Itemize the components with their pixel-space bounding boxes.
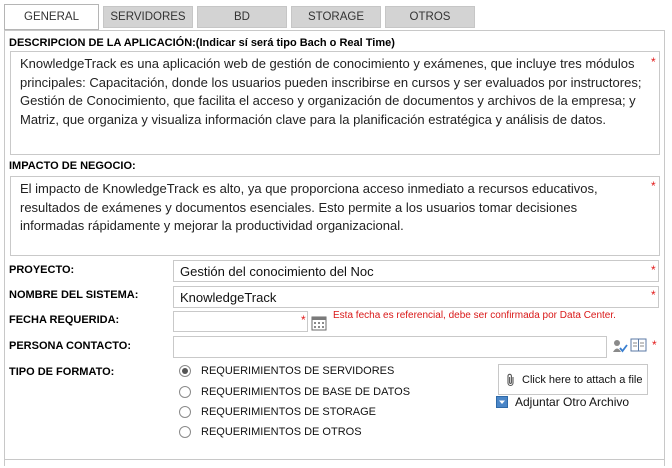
- contacto-required-mark: *: [652, 338, 657, 352]
- radio-button[interactable]: [179, 426, 191, 438]
- tab-bd[interactable]: BD: [197, 6, 287, 28]
- sistema-label: NOMBRE DEL SISTEMA:: [9, 289, 139, 301]
- descripcion-label: DESCRIPCION DE LA APLICACIÓN:(Indicar sí…: [9, 37, 395, 49]
- impacto-label: IMPACTO DE NEGOCIO:: [9, 160, 136, 172]
- tab-servidores[interactable]: SERVIDORES: [103, 6, 193, 28]
- radio-label: REQUERIMIENTOS DE STORAGE: [201, 406, 377, 418]
- tab-general[interactable]: GENERAL: [4, 4, 99, 30]
- tab-otros[interactable]: OTROS: [385, 6, 475, 28]
- address-book-icon[interactable]: [630, 337, 648, 353]
- fecha-input[interactable]: [173, 311, 308, 332]
- descripcion-textarea[interactable]: KnowledgeTrack es una aplicación web de …: [10, 51, 660, 155]
- contacto-label: PERSONA CONTACTO:: [9, 340, 132, 352]
- add-file-icon: [496, 396, 508, 408]
- proyecto-label: PROYECTO:: [9, 264, 75, 276]
- fecha-label: FECHA REQUERIDA:: [9, 314, 120, 326]
- radio-otros[interactable]: REQUERIMIENTOS DE OTROS: [179, 423, 362, 441]
- impacto-required-mark: *: [651, 179, 656, 193]
- adjuntar-otro-archivo[interactable]: Adjuntar Otro Archivo: [496, 395, 629, 409]
- radio-base-de-datos[interactable]: REQUERIMIENTOS DE BASE DE DATOS: [179, 383, 410, 401]
- radio-button[interactable]: [179, 386, 191, 398]
- radio-servidores[interactable]: REQUERIMIENTOS DE SERVIDORES: [179, 362, 394, 380]
- radio-label: REQUERIMIENTOS DE SERVIDORES: [201, 365, 395, 377]
- panel-bottom-divider: [4, 459, 665, 460]
- descripcion-required-mark: *: [651, 55, 656, 69]
- attach-file-button[interactable]: Click here to attach a file: [498, 364, 648, 395]
- adjuntar-otro-archivo-label: Adjuntar Otro Archivo: [515, 395, 630, 409]
- sistema-required-mark: *: [651, 288, 656, 302]
- radio-label: REQUERIMIENTOS DE OTROS: [201, 426, 362, 438]
- impacto-textarea[interactable]: El impacto de KnowledgeTrack es alto, ya…: [10, 176, 660, 256]
- radio-label: REQUERIMIENTOS DE BASE DE DATOS: [201, 386, 411, 398]
- attach-file-label: Click here to attach a file: [522, 373, 643, 386]
- user-check-icon[interactable]: [612, 338, 628, 354]
- formato-label: TIPO DE FORMATO:: [9, 366, 115, 378]
- paperclip-icon: [507, 373, 514, 386]
- fecha-required-mark: *: [301, 313, 306, 327]
- radio-button[interactable]: [179, 406, 191, 418]
- proyecto-input[interactable]: Gestión del conocimiento del Noc: [173, 260, 659, 282]
- radio-button[interactable]: [179, 365, 191, 377]
- proyecto-required-mark: *: [651, 263, 656, 277]
- tab-storage[interactable]: STORAGE: [291, 6, 381, 28]
- fecha-note: Esta fecha es referencial, debe ser conf…: [333, 310, 616, 321]
- contacto-input[interactable]: [173, 336, 607, 358]
- calendar-icon[interactable]: [311, 315, 327, 331]
- radio-storage[interactable]: REQUERIMIENTOS DE STORAGE: [179, 403, 376, 421]
- sistema-input[interactable]: KnowledgeTrack: [173, 286, 659, 308]
